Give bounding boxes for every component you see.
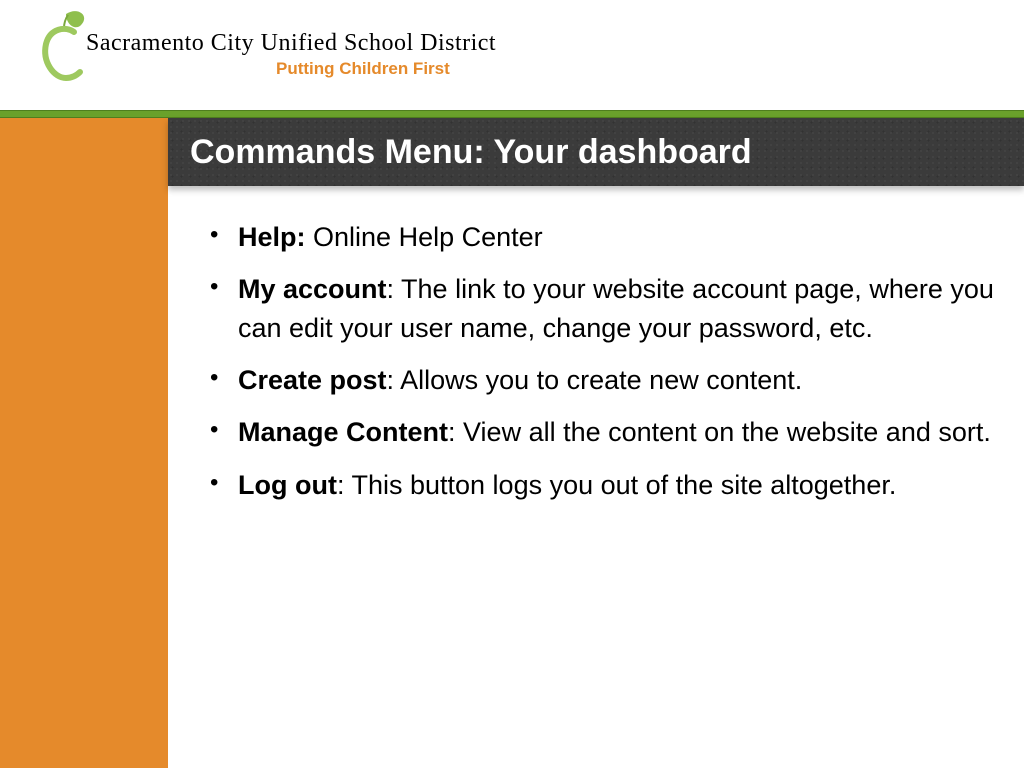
logo: Sacramento City Unified School District … [36, 10, 1024, 82]
term: Create post [238, 365, 387, 395]
sep: : [337, 470, 352, 500]
divider-bar [0, 110, 1024, 118]
sep [306, 222, 314, 252]
list-item: My account: The link to your website acc… [200, 270, 998, 347]
sep: : [387, 365, 401, 395]
bullet-list: Help: Online Help Center My account: The… [200, 218, 998, 504]
slide: Sacramento City Unified School District … [0, 0, 1024, 768]
desc: Allows you to create new content. [400, 365, 802, 395]
term: Manage Content [238, 417, 448, 447]
sidebar-accent [0, 118, 168, 768]
desc: This button logs you out of the site alt… [351, 470, 896, 500]
sep: : [448, 417, 463, 447]
desc: Online Help Center [313, 222, 543, 252]
term: Log out [238, 470, 337, 500]
desc: View all the content on the website and … [463, 417, 991, 447]
term: My account [238, 274, 387, 304]
org-name: Sacramento City Unified School District [86, 30, 496, 57]
apple-icon [36, 10, 92, 82]
sep: : [387, 274, 402, 304]
term: Help: [238, 222, 306, 252]
tagline: Putting Children First [276, 59, 496, 79]
list-item: Manage Content: View all the content on … [200, 413, 998, 451]
header: Sacramento City Unified School District … [0, 0, 1024, 110]
list-item: Create post: Allows you to create new co… [200, 361, 998, 399]
list-item: Help: Online Help Center [200, 218, 998, 256]
list-item: Log out: This button logs you out of the… [200, 466, 998, 504]
slide-title: Commands Menu: Your dashboard [168, 118, 1024, 186]
content-area: Help: Online Help Center My account: The… [168, 186, 1024, 768]
logo-text: Sacramento City Unified School District … [86, 30, 496, 79]
